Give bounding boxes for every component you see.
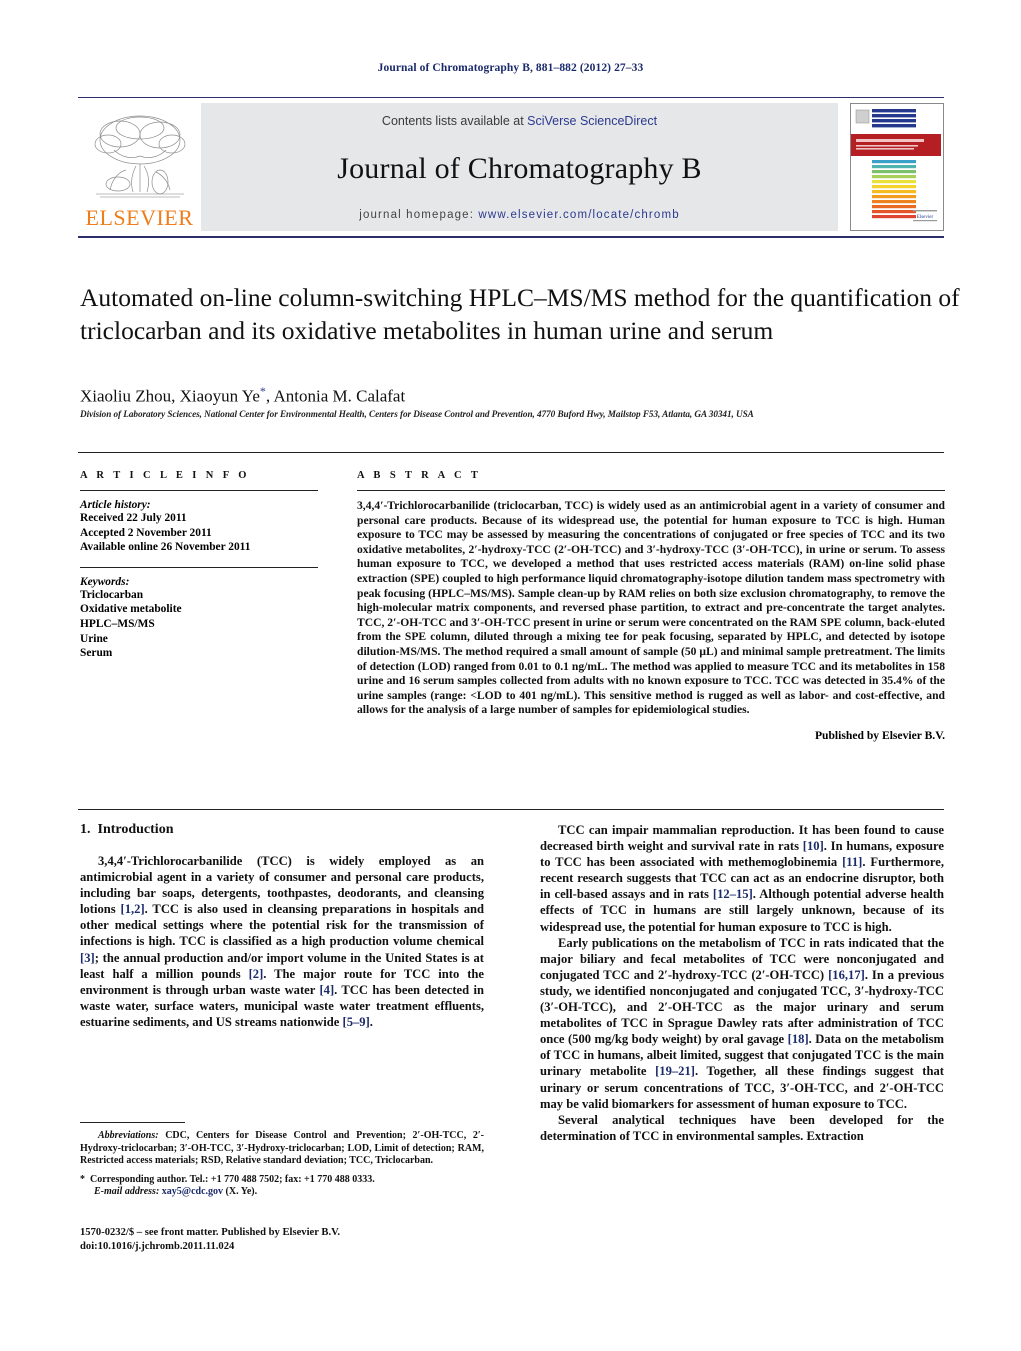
sciencedirect-link[interactable]: SciVerse ScienceDirect bbox=[527, 114, 657, 128]
corresponding-text: Corresponding author. Tel.: +1 770 488 7… bbox=[90, 1173, 375, 1185]
elsevier-wordmark: ELSEVIER bbox=[85, 205, 194, 230]
masthead-bottom-rule bbox=[78, 236, 944, 238]
email-label: E-mail address: bbox=[94, 1186, 160, 1198]
keywords-rule bbox=[80, 566, 318, 568]
running-head: Journal of Chromatography B, 881–882 (20… bbox=[377, 62, 644, 74]
body-column-right: TCC can impair mammalian reproduction. I… bbox=[540, 822, 944, 1144]
email-link[interactable]: xay5@cdc.gov bbox=[162, 1186, 223, 1197]
section-title: Introduction bbox=[97, 822, 174, 837]
corresponding-bullet: * bbox=[80, 1173, 85, 1185]
journal-homepage-line: journal homepage: www.elsevier.com/locat… bbox=[359, 209, 679, 221]
contents-available-line: Contents lists available at SciVerse Sci… bbox=[382, 114, 657, 128]
abstract-block: A B S T R A C T 3,4,4′-Trichlorocarbanil… bbox=[357, 470, 945, 742]
intro-paragraph: Several analytical techniques have been … bbox=[540, 1112, 944, 1143]
intro-paragraph: 3,4,4′-Trichlorocarbanilide (TCC) is wid… bbox=[80, 854, 485, 1029]
abbreviations-label: Abbreviations: bbox=[98, 1130, 159, 1141]
keyword-item: Serum bbox=[80, 647, 113, 660]
issn-front-matter: 1570-0232/$ – see front matter. Publishe… bbox=[80, 1227, 341, 1238]
paper-page: Journal of Chromatography B, 881–882 (20… bbox=[0, 0, 1021, 1351]
info-top-rule bbox=[78, 452, 944, 453]
corresponding-author-note: * Corresponding author. Tel.: +1 770 488 … bbox=[80, 1174, 484, 1187]
author-list: Xiaoliu Zhou, Xiaoyun Ye*, Antonia M. Ca… bbox=[80, 384, 960, 407]
abstract-text: 3,4,4′-Trichlorocarbanilide (triclocarba… bbox=[357, 499, 945, 717]
masthead-top-rule bbox=[78, 97, 944, 98]
keyword-item: Triclocarban bbox=[80, 588, 144, 601]
journal-homepage-link[interactable]: www.elsevier.com/locate/chromb bbox=[478, 209, 679, 221]
elsevier-tree-icon bbox=[94, 115, 185, 198]
section-heading-introduction: 1. Introduction bbox=[80, 822, 484, 838]
intro-paragraph: Early publications on the metabolism of … bbox=[540, 935, 945, 1111]
journal-cover-thumbnail: Elsevier bbox=[850, 103, 944, 231]
authors-head: Xiaoliu Zhou, Xiaoyun Ye bbox=[80, 386, 260, 406]
keywords-label: Keywords: bbox=[80, 575, 130, 588]
abstract-heading: A B S T R A C T bbox=[357, 470, 482, 481]
imprint-block: 1570-0232/$ – see front matter. Publishe… bbox=[80, 1226, 500, 1253]
email-note: E-mail address: xay5@cdc.gov (X. Ye). bbox=[80, 1186, 484, 1199]
article-history-accepted: Accepted 2 November 2011 bbox=[80, 526, 212, 539]
journal-masthead: ELSEVIER Contents lists available at Sci… bbox=[78, 103, 944, 231]
keyword-item: Urine bbox=[80, 632, 108, 645]
body-column-left: 1. Introduction 3,4,4′-Trichlorocarbanili… bbox=[80, 822, 484, 1030]
abstract-publisher-line: Published by Elsevier B.V. bbox=[814, 728, 945, 742]
elsevier-logo: ELSEVIER bbox=[78, 103, 201, 231]
article-history-online: Available online 26 November 2011 bbox=[80, 541, 251, 554]
email-suffix: (X. Ye). bbox=[223, 1186, 258, 1198]
article-history-received: Received 22 July 2011 bbox=[80, 512, 187, 524]
article-history-label: Article history: bbox=[80, 499, 151, 511]
footnotes-block: Abbreviations: CDC, Centers for Disease … bbox=[80, 1130, 484, 1199]
footnote-separator-rule bbox=[80, 1122, 185, 1123]
abstract-rule bbox=[357, 490, 945, 491]
section-number: 1. bbox=[80, 822, 91, 837]
journal-band: Contents lists available at SciVerse Sci… bbox=[201, 103, 838, 231]
journal-title: Journal of Chromatography B bbox=[337, 151, 702, 185]
affiliation: Division of Laboratory Sciences, Nationa… bbox=[80, 409, 754, 419]
intro-paragraph: TCC can impair mammalian reproduction. I… bbox=[540, 823, 944, 934]
contents-prefix: Contents lists available at bbox=[381, 114, 528, 128]
abbreviations-note: Abbreviations: CDC, Centers for Disease … bbox=[80, 1130, 484, 1168]
authors-tail: , Antonia M. Calafat bbox=[265, 386, 406, 406]
doi-line[interactable]: doi:10.1016/j.jchromb.2011.11.024 bbox=[80, 1240, 500, 1254]
homepage-prefix: journal homepage: bbox=[359, 209, 479, 221]
keyword-item: HPLC–MS/MS bbox=[80, 617, 155, 630]
article-info-block: A R T I C L E I N F O Article history: R… bbox=[80, 470, 318, 661]
keyword-item: Oxidative metabolite bbox=[80, 603, 182, 616]
abstract-bottom-rule bbox=[78, 809, 944, 810]
article-info-heading: A R T I C L E I N F O bbox=[80, 470, 250, 481]
page-title: Automated on-line column-switching HPLC–… bbox=[80, 283, 960, 345]
article-info-rule bbox=[80, 490, 318, 491]
svg-text:Elsevier: Elsevier bbox=[917, 215, 934, 220]
cover-art: Elsevier bbox=[851, 104, 941, 230]
